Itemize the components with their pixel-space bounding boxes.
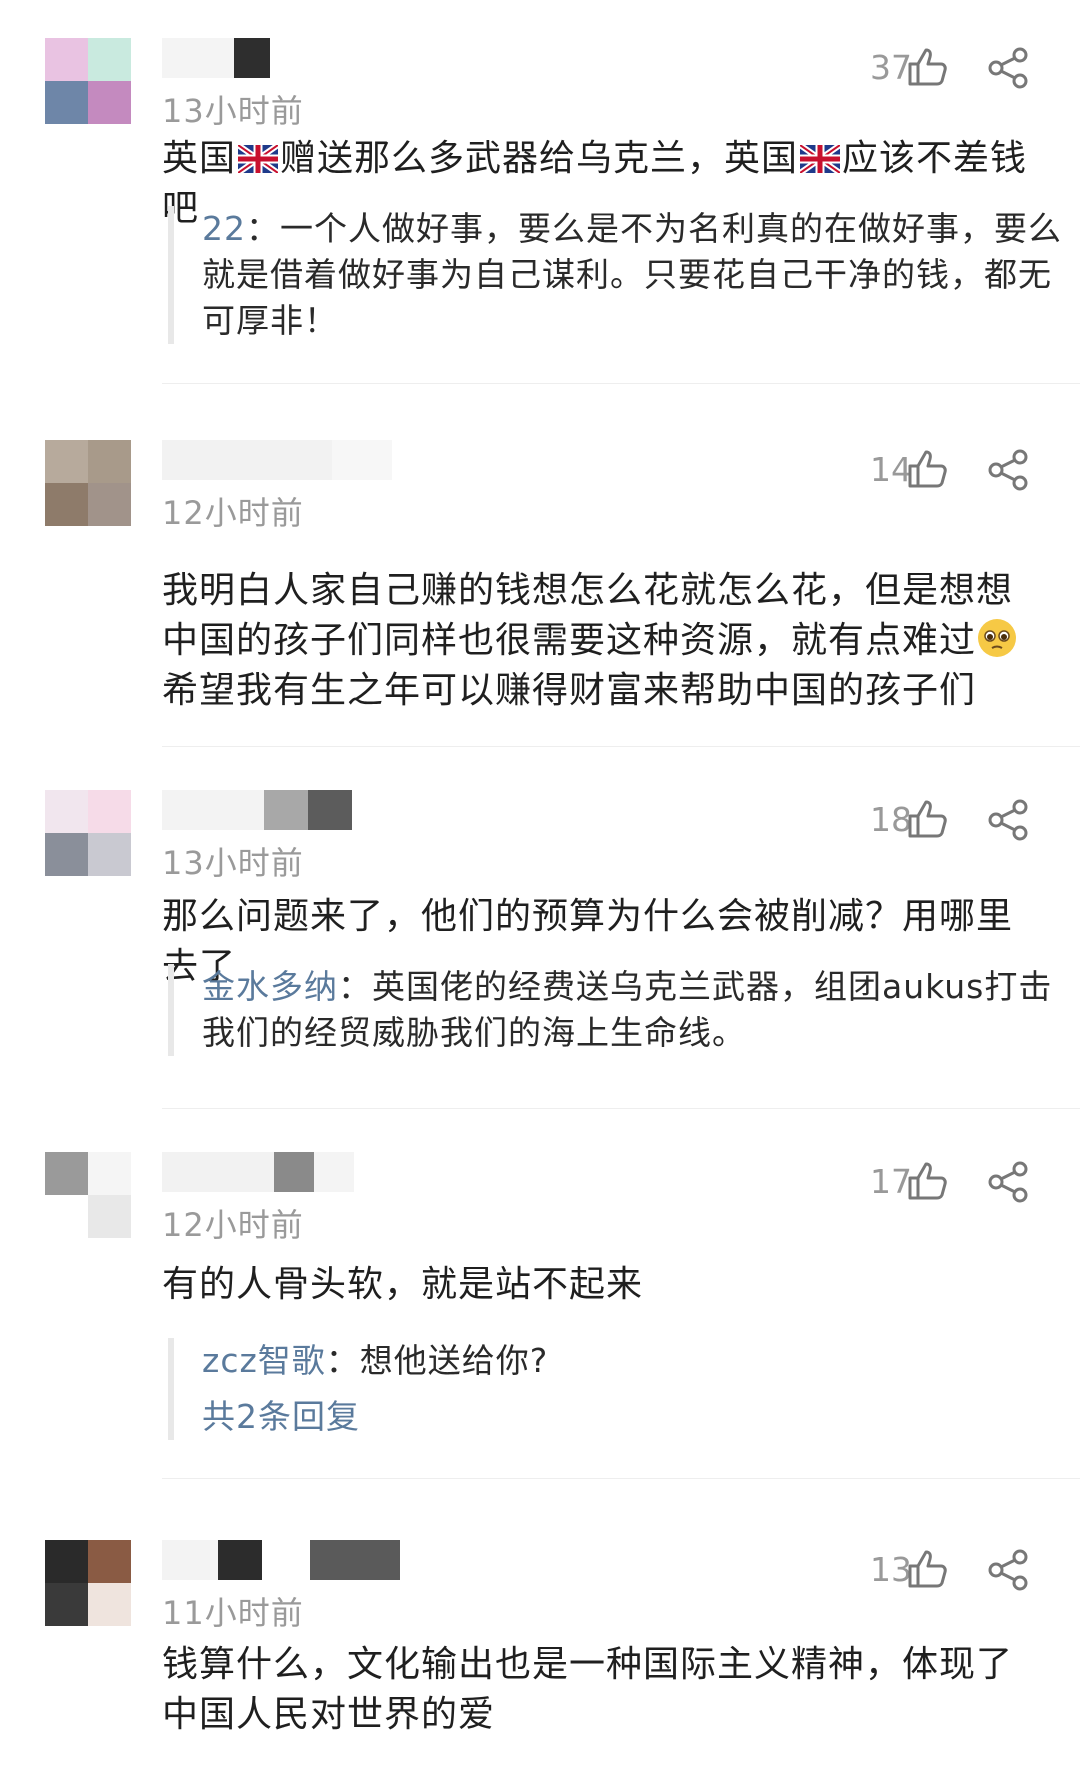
divider bbox=[162, 746, 1080, 747]
comment-text: 我明白人家自己赚的钱想怎么花就怎么花，但是想想中国的孩子们同样也很需要这种资源，… bbox=[162, 566, 1042, 716]
thumbs-up-icon[interactable] bbox=[906, 1160, 948, 1202]
avatar[interactable] bbox=[45, 38, 131, 124]
username[interactable] bbox=[162, 790, 352, 830]
share-icon[interactable] bbox=[986, 1548, 1030, 1592]
pleading-face-icon bbox=[978, 619, 1017, 657]
comment-time: 13小时前 bbox=[162, 92, 304, 130]
share-icon[interactable] bbox=[986, 46, 1030, 90]
divider bbox=[162, 1108, 1080, 1109]
reply-preview[interactable]: 22：一个人做好事，要么是不为名利真的在做好事，要么就是借着做好事为自己谋利。只… bbox=[168, 206, 1072, 344]
uk-flag-icon bbox=[800, 145, 841, 173]
comment-time: 11小时前 bbox=[162, 1594, 304, 1632]
avatar[interactable] bbox=[45, 1152, 131, 1238]
comment-feed: 13小时前 37 英国 赠送那么多武器给乌克兰，英国 应该不差钱吧 22：一个人做好… bbox=[0, 0, 1080, 1791]
thumbs-up-icon[interactable] bbox=[906, 46, 948, 88]
reply-author[interactable]: zcz智歌 bbox=[202, 1341, 326, 1380]
username[interactable] bbox=[162, 1540, 400, 1580]
username[interactable] bbox=[162, 1152, 354, 1192]
reply-preview[interactable]: 金水多纳：英国佬的经费送乌克兰武器，组团aukus打击我们的经贸威胁我们的海上生… bbox=[168, 964, 1072, 1056]
comment-time: 13小时前 bbox=[162, 844, 304, 882]
view-replies-link[interactable]: 共2条回复 bbox=[202, 1394, 1072, 1440]
thumbs-up-icon[interactable] bbox=[906, 448, 948, 490]
divider bbox=[162, 1478, 1080, 1479]
share-icon[interactable] bbox=[986, 1160, 1030, 1204]
reply-author[interactable]: 22 bbox=[202, 209, 246, 248]
avatar[interactable] bbox=[45, 1540, 131, 1626]
thumbs-up-icon[interactable] bbox=[906, 1548, 948, 1590]
avatar[interactable] bbox=[45, 440, 131, 526]
username[interactable] bbox=[162, 440, 392, 480]
thumbs-up-icon[interactable] bbox=[906, 798, 948, 840]
uk-flag-icon bbox=[238, 145, 279, 173]
reply-author[interactable]: 金水多纳 bbox=[202, 967, 338, 1006]
reply-text: ：想他送给你? bbox=[325, 1341, 549, 1380]
reply-text: ：一个人做好事，要么是不为名利真的在做好事，要么就是借着做好事为自己谋利。只要花… bbox=[202, 209, 1062, 340]
comment-text: 有的人骨头软，就是站不起来 bbox=[162, 1264, 644, 1305]
comment-time: 12小时前 bbox=[162, 494, 304, 532]
comment-text: 钱算什么，文化输出也是一种国际主义精神，体现了中国人民对世界的爱 bbox=[162, 1644, 1014, 1735]
comment-time: 12小时前 bbox=[162, 1206, 304, 1244]
username[interactable] bbox=[162, 38, 270, 78]
share-icon[interactable] bbox=[986, 448, 1030, 492]
share-icon[interactable] bbox=[986, 798, 1030, 842]
divider bbox=[162, 383, 1080, 384]
reply-preview[interactable]: zcz智歌：想他送给你? 共2条回复 bbox=[168, 1338, 1072, 1440]
avatar[interactable] bbox=[45, 790, 131, 876]
